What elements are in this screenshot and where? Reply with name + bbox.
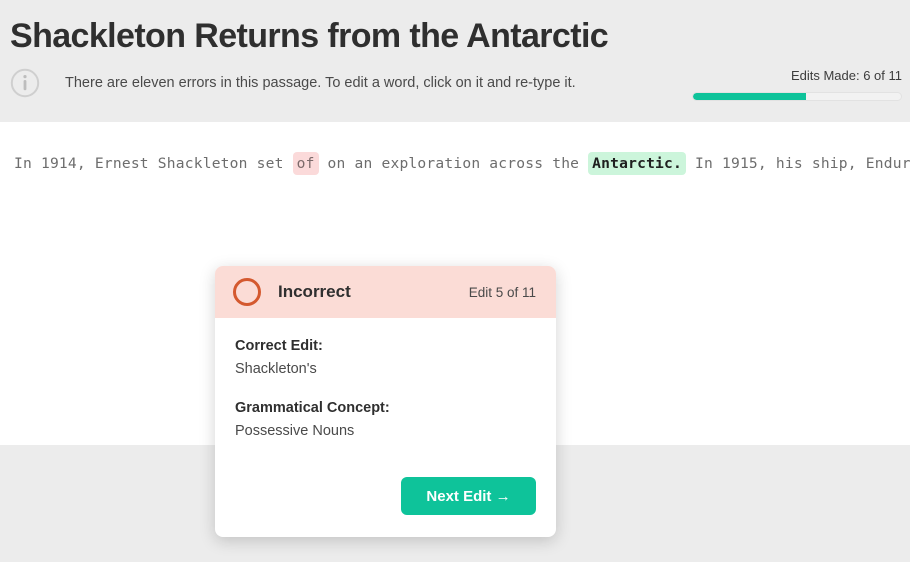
modal-status-label: Incorrect [278,282,351,301]
passage-word-error[interactable]: of [292,152,319,175]
passage-word-fixed[interactable]: Antarctic. [588,152,687,175]
passage-word: In 1914, Ernest Shackleton set [14,155,293,172]
instruction-row: There are eleven errors in this passage.… [10,68,576,98]
passage-text[interactable]: In 1914, Ernest Shackleton set of on an … [14,146,910,182]
modal-header: Incorrect Edit 5 of 11 [215,266,556,318]
modal-footer: Next Edit → [215,477,556,537]
incorrect-circle-icon [233,278,261,306]
correct-edit-label: Correct Edit: [235,338,323,354]
modal-edit-counter: Edit 5 of 11 [468,284,536,300]
info-circle-icon [10,68,40,98]
correct-edit-value: Shackleton's [235,361,317,377]
app-root: Shackleton Returns from the Antarctic Th… [0,0,910,562]
instruction-text: There are eleven errors in this passage.… [65,75,576,91]
grammatical-concept-label: Grammatical Concept: [235,400,390,416]
progress-section: Edits Made: 6 of 11 [692,68,902,101]
header: Shackleton Returns from the Antarctic Th… [0,0,910,122]
edits-made-label: Edits Made: 6 of 11 [790,68,902,83]
page-title: Shackleton Returns from the Antarctic [10,17,609,55]
passage-word: on an exploration across the [318,155,589,172]
passage-word: In 1915, his ship, Endurance, became tra… [695,155,910,172]
modal-body: Correct Edit: Shackleton's Grammatical C… [215,318,556,477]
progress-bar [692,92,902,101]
next-edit-button[interactable]: Next Edit → [401,477,536,515]
progress-bar-fill [693,93,807,100]
edit-feedback-modal: Incorrect Edit 5 of 11 Correct Edit: Sha… [215,266,556,537]
grammatical-concept-value: Possessive Nouns [235,423,355,439]
